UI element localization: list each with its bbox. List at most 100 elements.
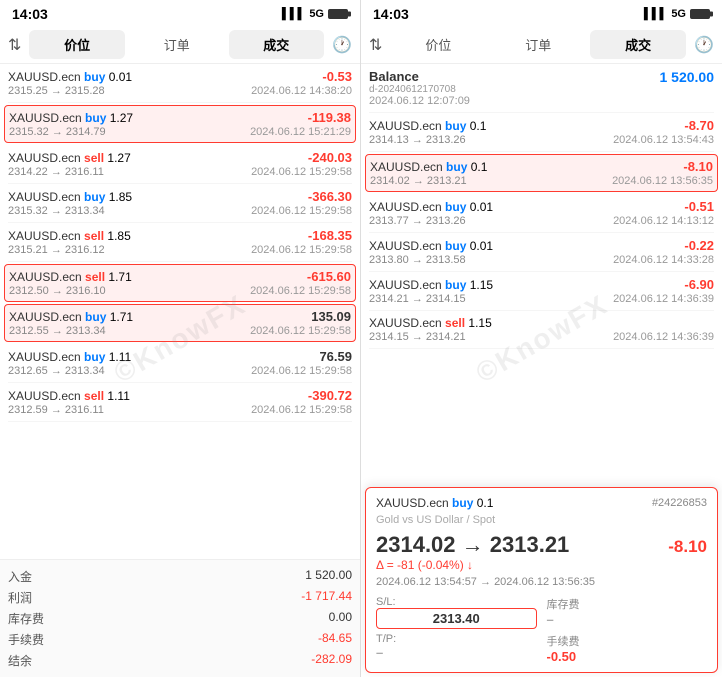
instrument-label: XAUUSD.ecn buy 0.1 — [370, 160, 487, 174]
trade-date: 2024.06.12 15:29:58 — [251, 365, 352, 377]
table-row[interactable]: XAUUSD.ecn sell 1.71 -615.60 2312.50 → 2… — [4, 264, 356, 302]
popup-storage-field: 库存费 – — [547, 596, 708, 629]
popup-tp-field: T/P: – — [376, 633, 537, 664]
tab-chengjiao-right[interactable]: 成交 — [590, 30, 686, 59]
summary-value: -282.09 — [311, 652, 352, 669]
trade-date: 2024.06.12 14:38:20 — [251, 85, 352, 97]
left-tab-bar: ⇅ 价位 订单 成交 🕐 — [0, 26, 360, 64]
table-row[interactable]: XAUUSD.ecn sell 1.15 2314.15 → 2314.21 2… — [369, 311, 714, 349]
trade-date: 2024.06.12 13:54:43 — [613, 134, 714, 146]
trade-date: 2024.06.12 15:29:58 — [251, 244, 352, 256]
tab-dingdan-right[interactable]: 订单 — [490, 30, 586, 59]
table-row[interactable]: XAUUSD.ecn buy 1.15 -6.90 2314.21 → 2314… — [369, 272, 714, 311]
summary-row-lirun: 利润 -1 717.44 — [8, 587, 352, 608]
pnl-value: -240.03 — [308, 150, 352, 165]
left-panel: ©KnowFX 14:03 ▌▌▌ 5G ⇅ 价位 订单 成交 🕐 X — [0, 0, 361, 677]
instrument-label: XAUUSD.ecn buy 0.1 — [369, 119, 486, 133]
storage-value: – — [547, 612, 708, 627]
clock-icon-right[interactable]: 🕐 — [694, 35, 714, 55]
instrument-label: XAUUSD.ecn buy 0.01 — [369, 200, 493, 214]
tab-chengjiao[interactable]: 成交 — [229, 30, 325, 59]
price-range: 2314.21 → 2314.15 — [369, 293, 466, 305]
battery-icon — [328, 9, 348, 19]
table-row[interactable]: XAUUSD.ecn sell 1.11 -390.72 2312.59 → 2… — [8, 383, 352, 422]
price-range: 2312.65 → 2313.34 — [8, 365, 105, 377]
tab-jiwei-right[interactable]: 价位 — [390, 30, 486, 59]
battery-icon — [690, 9, 710, 19]
instrument-label: XAUUSD.ecn buy 1.71 — [9, 310, 133, 324]
table-row[interactable]: XAUUSD.ecn buy 1.11 76.59 2312.65 → 2313… — [8, 344, 352, 383]
price-range: 2314.13 → 2313.26 — [369, 134, 466, 146]
pnl-value: -390.72 — [308, 388, 352, 403]
signal-bars-icon: ▌▌▌ — [282, 8, 305, 20]
left-time: 14:03 — [12, 6, 48, 22]
pnl-value: -0.53 — [322, 69, 352, 84]
price-range: 2314.15 → 2314.21 — [369, 331, 466, 343]
table-row[interactable]: XAUUSD.ecn buy 0.01 -0.51 2313.77 → 2313… — [369, 194, 714, 233]
table-row[interactable]: XAUUSD.ecn buy 1.27 -119.38 2315.32 → 23… — [4, 105, 356, 143]
tab-dingdan[interactable]: 订单 — [129, 30, 225, 59]
instrument-label: XAUUSD.ecn buy 1.15 — [369, 278, 493, 292]
signal-bars-icon: ▌▌▌ — [644, 8, 667, 20]
summary-label: 结余 — [8, 652, 32, 669]
table-row[interactable]: XAUUSD.ecn buy 0.1 -8.70 2314.13 → 2313.… — [369, 113, 714, 152]
trade-detail-popup[interactable]: XAUUSD.ecn buy 0.1 #24226853 Gold vs US … — [365, 487, 718, 673]
table-row[interactable]: XAUUSD.ecn sell 1.85 -168.35 2315.21 → 2… — [8, 223, 352, 262]
summary-section: 入金 1 520.00 利润 -1 717.44 库存费 0.00 手续费 -8… — [0, 559, 360, 677]
table-row[interactable]: XAUUSD.ecn buy 1.85 -366.30 2315.32 → 23… — [8, 184, 352, 223]
tab-jiwei[interactable]: 价位 — [29, 30, 125, 59]
trade-date: 2024.06.12 15:29:58 — [251, 205, 352, 217]
summary-row-shoxu: 手续费 -84.65 — [8, 629, 352, 650]
summary-value: -1 717.44 — [301, 589, 352, 606]
summary-label: 库存费 — [8, 610, 44, 627]
popup-header: XAUUSD.ecn buy 0.1 #24226853 — [376, 496, 707, 510]
trade-date: 2024.06.12 14:36:39 — [613, 293, 714, 305]
right-status-bar: 14:03 ▌▌▌ 5G — [361, 0, 722, 26]
popup-delta: Δ = -81 (-0.04%) ↓ — [376, 558, 707, 572]
price-range: 2315.32 → 2313.34 — [8, 205, 105, 217]
table-row[interactable]: XAUUSD.ecn sell 1.27 -240.03 2314.22 → 2… — [8, 145, 352, 184]
popup-order-id: #24226853 — [652, 497, 707, 509]
sort-icon[interactable]: ⇅ — [369, 35, 382, 55]
instrument-label: XAUUSD.ecn buy 1.27 — [9, 111, 133, 125]
pnl-value: -8.70 — [684, 118, 714, 133]
trade-date: 2024.06.12 14:13:12 — [613, 215, 714, 227]
popup-commission-field: 手续费 -0.50 — [547, 633, 708, 664]
instrument-label: XAUUSD.ecn buy 0.01 — [8, 70, 132, 84]
price-range: 2312.59 → 2316.11 — [8, 404, 104, 416]
trade-date: 2024.06.12 15:29:58 — [250, 285, 351, 297]
clock-icon[interactable]: 🕐 — [332, 35, 352, 55]
popup-price-row: 2314.02 → 2313.21 -8.10 — [376, 532, 707, 558]
sort-icon[interactable]: ⇅ — [8, 35, 21, 55]
right-panel: ©KnowFX 14:03 ▌▌▌ 5G ⇅ 价位 订单 成交 🕐 Balanc… — [361, 0, 722, 677]
table-row[interactable]: XAUUSD.ecn buy 0.1 -8.10 2314.02 → 2313.… — [365, 154, 718, 192]
trade-date: 2024.06.12 13:56:35 — [612, 175, 713, 187]
right-tab-bar: ⇅ 价位 订单 成交 🕐 — [361, 26, 722, 64]
popup-dates: 2024.06.12 13:54:57 → 2024.06.12 13:56:3… — [376, 576, 707, 588]
summary-label: 手续费 — [8, 631, 44, 648]
instrument-label: XAUUSD.ecn sell 1.27 — [8, 151, 131, 165]
instrument-label: XAUUSD.ecn buy 1.85 — [8, 190, 132, 204]
balance-sub: d-20240612170708 — [369, 84, 470, 95]
popup-pnl: -8.10 — [668, 537, 707, 557]
trade-date: 2024.06.12 15:29:58 — [251, 404, 352, 416]
summary-label: 入金 — [8, 568, 32, 585]
balance-label: Balance — [369, 69, 470, 84]
storage-label: 库存费 — [547, 596, 708, 612]
summary-row-jieyu: 结余 -282.09 — [8, 650, 352, 671]
popup-price: 2314.02 → 2313.21 — [376, 532, 569, 558]
price-range: 2314.02 → 2313.21 — [370, 175, 467, 187]
instrument-label: XAUUSD.ecn buy 0.01 — [369, 239, 493, 253]
instrument-label: XAUUSD.ecn sell 1.85 — [8, 229, 131, 243]
price-range: 2312.55 → 2313.34 — [9, 325, 106, 337]
left-trade-list: XAUUSD.ecn buy 0.01 -0.53 2315.25 → 2315… — [0, 64, 360, 559]
trade-date: 2024.06.12 15:29:58 — [250, 325, 351, 337]
table-row[interactable]: XAUUSD.ecn buy 0.01 -0.22 2313.80 → 2313… — [369, 233, 714, 272]
network-5g-label: 5G — [309, 8, 324, 20]
table-row[interactable]: XAUUSD.ecn buy 0.01 -0.53 2315.25 → 2315… — [8, 64, 352, 103]
trade-date: 2024.06.12 15:29:58 — [251, 166, 352, 178]
right-time: 14:03 — [373, 6, 409, 22]
table-row[interactable]: XAUUSD.ecn buy 1.71 135.09 2312.55 → 231… — [4, 304, 356, 342]
popup-fields: S/L: 2313.40 库存费 – T/P: – 手续费 -0.50 — [376, 596, 707, 664]
price-range: 2315.25 → 2315.28 — [8, 85, 105, 97]
